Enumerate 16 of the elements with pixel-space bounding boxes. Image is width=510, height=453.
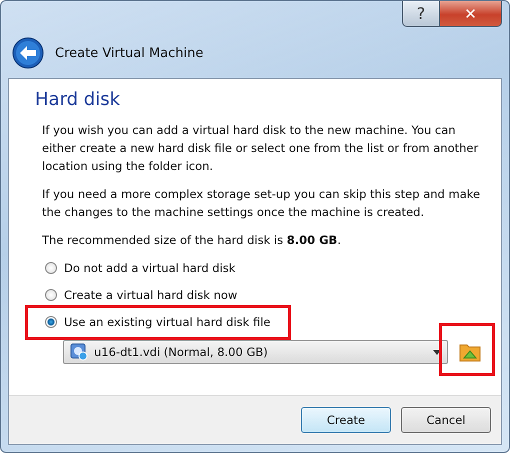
radio-option[interactable]: Create a virtual hard disk now bbox=[45, 286, 481, 304]
window-title: Create Virtual Machine bbox=[55, 46, 204, 60]
back-icon[interactable] bbox=[12, 37, 44, 69]
paragraph: If you need a more complex storage set-up you can skip this step and make the changes to the machine settings once the machine is created. bbox=[42, 186, 482, 221]
radio-option[interactable]: Use an existing virtual hard disk file bbox=[45, 313, 481, 331]
close-button[interactable]: ✕ bbox=[440, 1, 502, 27]
radio-option[interactable]: Do not add a virtual hard disk bbox=[45, 259, 481, 277]
cancel-button[interactable]: Cancel bbox=[401, 407, 491, 433]
disk-select[interactable]: u16-dt1.vdi (Normal, 8.00 GB) bbox=[63, 340, 448, 364]
help-button[interactable]: ? bbox=[402, 1, 440, 27]
paragraph: If you wish you can add a virtual hard disk to the new machine. You can either create a new hard disk file or select one from the list or from another location using the folder icon. bbox=[42, 122, 480, 175]
create-button[interactable]: Create bbox=[301, 407, 391, 433]
paragraph: The recommended size of the hard disk is 8.00 GB. bbox=[42, 232, 342, 249]
dropdown-arrow-icon bbox=[433, 350, 441, 354]
folder-icon[interactable] bbox=[459, 342, 481, 362]
page-heading: Hard disk bbox=[35, 89, 122, 110]
